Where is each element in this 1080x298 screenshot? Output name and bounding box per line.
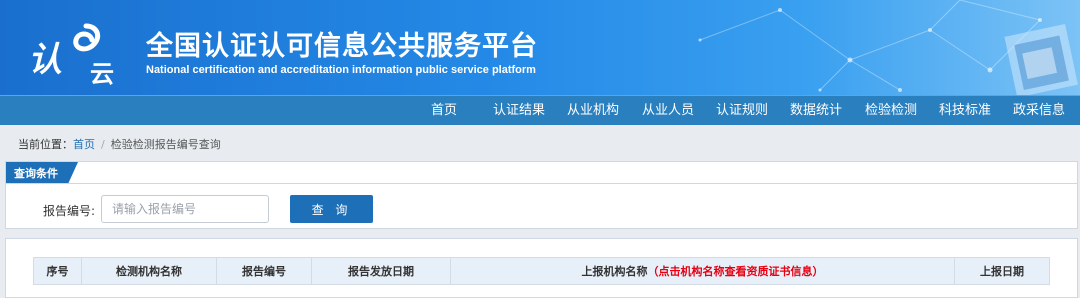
- results-table: 序号 检测机构名称 报告编号 报告发放日期 上报机构名称（点击机构名称查看资质证…: [33, 257, 1050, 285]
- query-button[interactable]: 查 询: [290, 195, 373, 223]
- site-title: 全国认证认可信息公共服务平台: [146, 31, 538, 62]
- panel-divider: [6, 183, 1077, 184]
- reporting-org-hint: （点击机构名称查看资质证书信息）: [647, 265, 824, 278]
- site-logo[interactable]: 认 云: [28, 14, 122, 88]
- table-header-row: 序号 检测机构名称 报告编号 报告发放日期 上报机构名称（点击机构名称查看资质证…: [33, 257, 1050, 285]
- logo-glyph: 认: [28, 40, 62, 80]
- main-nav: 首页 认证结果 从业机构 从业人员 认证规则 数据统计 检验检测 科技标准 政采…: [0, 95, 1080, 125]
- column-header-reporting-org: 上报机构名称（点击机构名称查看资质证书信息）: [450, 257, 955, 285]
- column-header-lab-name: 检测机构名称: [81, 257, 217, 285]
- nav-item-home[interactable]: 首页: [431, 96, 457, 125]
- breadcrumb-home-link[interactable]: 首页: [73, 138, 95, 151]
- nav-item-personnel[interactable]: 从业人员: [642, 96, 694, 125]
- nav-item-institutions[interactable]: 从业机构: [567, 96, 619, 125]
- site-header: 认 云 全国认证认可信息公共服务平台 National certificatio…: [0, 0, 1080, 95]
- nav-item-inspection-testing[interactable]: 检验检测: [865, 96, 917, 125]
- column-header-issue-date: 报告发放日期: [311, 257, 451, 285]
- site-subtitle: National certification and accreditation…: [146, 64, 536, 76]
- query-panel: 查询条件 报告编号: 查 询: [5, 161, 1078, 229]
- nav-item-certification-results[interactable]: 认证结果: [493, 96, 545, 125]
- logo-glyph: 云: [90, 60, 114, 88]
- breadcrumb: 当前位置：首页 / 检验检测报告编号查询: [18, 136, 221, 152]
- column-header-index: 序号: [33, 257, 82, 285]
- column-header-report-date: 上报日期: [954, 257, 1050, 285]
- report-number-label: 报告编号:: [43, 204, 96, 218]
- nav-item-procurement[interactable]: 政采信息: [1013, 96, 1065, 125]
- results-panel: 序号 检测机构名称 报告编号 报告发放日期 上报机构名称（点击机构名称查看资质证…: [5, 238, 1078, 298]
- column-header-report-number: 报告编号: [216, 257, 312, 285]
- reporting-org-label: 上报机构名称: [581, 265, 648, 278]
- report-number-input[interactable]: [101, 195, 269, 223]
- nav-item-certification-rules[interactable]: 认证规则: [716, 96, 768, 125]
- nav-item-statistics[interactable]: 数据统计: [790, 96, 842, 125]
- breadcrumb-prefix: 当前位置：: [18, 138, 73, 151]
- nav-item-standards[interactable]: 科技标准: [939, 96, 991, 125]
- breadcrumb-current: 检验检测报告编号查询: [110, 138, 221, 151]
- query-panel-title: 查询条件: [14, 167, 58, 180]
- breadcrumb-separator: /: [101, 138, 105, 151]
